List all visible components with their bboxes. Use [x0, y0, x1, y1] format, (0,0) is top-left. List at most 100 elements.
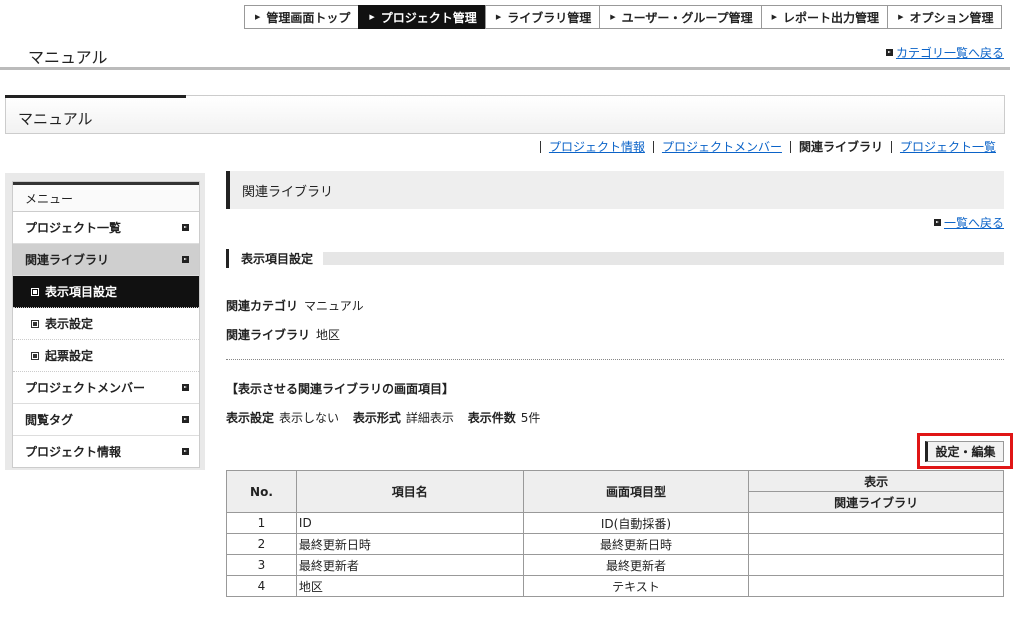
arrow-right-icon [182, 224, 189, 231]
section-accent-bar [5, 95, 186, 98]
tab-project-members[interactable]: プロジェクトメンバー [652, 141, 790, 153]
cell-no: 4 [226, 575, 297, 597]
column-header-item-name: 項目名 [295, 470, 524, 513]
triangle-right-icon: ▶ [610, 13, 616, 21]
cell-display [748, 533, 1004, 555]
triangle-right-icon: ▶ [771, 13, 778, 21]
display-format-value: 詳細表示 [405, 411, 454, 425]
column-header-no: No. [226, 470, 297, 513]
nav-item-admin-top[interactable]: ▶ 管理画面トップ [244, 5, 359, 29]
cell-item-type: 最終更新日時 [522, 533, 750, 555]
display-summary: 表示設定 表示しない 表示形式 詳細表示 表示件数 5件 [226, 409, 550, 426]
cell-display [748, 575, 1004, 597]
settings-edit-button[interactable]: 設定・編集 [925, 441, 1004, 462]
triangle-right-icon: ▶ [495, 13, 502, 21]
list-back-link[interactable]: 一覧へ戻る [933, 214, 1004, 231]
table-row: 2 最終更新日時 最終更新日時 [226, 533, 1004, 555]
nav-item-user-group-management[interactable]: ▶ ユーザー・グループ管理 [599, 5, 761, 29]
sidebar-item-project-list[interactable]: プロジェクト一覧 [13, 212, 199, 244]
sidebar-item-label: 関連ライブラリ [25, 253, 110, 267]
bullet-icon [31, 351, 39, 360]
related-library-value: 地区 [316, 328, 341, 342]
sidebar: メニュー プロジェクト一覧 関連ライブラリ 表示項目設定 表示設定 起票設定 プ… [5, 173, 205, 470]
arrow-right-icon [182, 256, 189, 263]
project-tabs: プロジェクト情報 プロジェクトメンバー 関連ライブラリ プロジェクト一覧 [539, 141, 1004, 153]
display-items-title: 【表示させる関連ライブラリの画面項目】 [226, 382, 455, 396]
nav-item-project-management[interactable]: ▶ プロジェクト管理 [358, 5, 485, 29]
cell-item-name: 最終更新者 [295, 554, 524, 576]
cell-no: 3 [226, 554, 297, 576]
column-header-related-library: 関連ライブラリ [748, 491, 1004, 513]
main-title: 関連ライブラリ [226, 171, 1004, 209]
nav-label: プロジェクト管理 [380, 10, 477, 25]
sub-heading-bar [323, 252, 1004, 265]
cell-item-name: 最終更新日時 [295, 533, 524, 555]
arrow-right-icon [182, 448, 189, 455]
related-category-label: 関連カテゴリ [226, 299, 299, 313]
section-title: マニュアル [18, 110, 93, 128]
category-back-label[interactable]: カテゴリ一覧へ戻る [896, 44, 1004, 61]
sidebar-subitem-label: 表示項目設定 [45, 285, 118, 299]
display-setting-value: 表示しない [279, 411, 340, 425]
display-count-value: 5件 [520, 411, 541, 425]
nav-item-library-management[interactable]: ▶ ライブラリ管理 [484, 5, 600, 29]
list-back-label[interactable]: 一覧へ戻る [944, 214, 1004, 231]
sidebar-item-label: 閲覧タグ [25, 413, 74, 427]
display-setting-label: 表示設定 [226, 411, 275, 425]
column-header-display: 表示 [748, 470, 1004, 492]
cell-item-type: ID(自動採番) [522, 512, 750, 534]
sidebar-item-project-members[interactable]: プロジェクトメンバー [13, 372, 199, 404]
sidebar-item-related-library[interactable]: 関連ライブラリ [13, 244, 199, 276]
sidebar-item-view-tags[interactable]: 閲覧タグ [13, 404, 199, 436]
table-row: 3 最終更新者 最終更新者 [226, 554, 1004, 576]
divider [226, 359, 1004, 360]
nav-item-option-management[interactable]: ▶ オプション管理 [887, 5, 1003, 29]
tab-related-library: 関連ライブラリ [789, 141, 891, 153]
sidebar-subitem-display-settings[interactable]: 表示設定 [13, 308, 199, 340]
related-category-field: 関連カテゴリ マニュアル [226, 297, 364, 314]
table-row: 4 地区 テキスト [226, 575, 1004, 597]
top-nav: ▶ 管理画面トップ ▶ プロジェクト管理 ▶ ライブラリ管理 ▶ ユーザー・グループ管理… [244, 5, 1003, 29]
sidebar-subitem-ticket-settings[interactable]: 起票設定 [13, 340, 199, 372]
arrow-right-icon [885, 49, 893, 56]
arrow-right-icon [933, 219, 941, 226]
cell-item-type: テキスト [522, 575, 750, 597]
page-title: マニュアル [28, 48, 108, 67]
category-back-link[interactable]: カテゴリ一覧へ戻る [885, 44, 1004, 61]
sub-heading-label: 表示項目設定 [229, 250, 324, 267]
triangle-right-icon: ▶ [255, 13, 261, 21]
related-library-label: 関連ライブラリ [226, 328, 311, 342]
sidebar-item-label: プロジェクト情報 [25, 445, 122, 459]
cell-display [748, 554, 1004, 576]
nav-label: 管理画面トップ [266, 10, 351, 25]
nav-label: レポート出力管理 [783, 10, 880, 25]
nav-item-report-output[interactable]: ▶ レポート出力管理 [760, 5, 888, 29]
tab-project-list[interactable]: プロジェクト一覧 [890, 141, 1004, 153]
triangle-right-icon: ▶ [898, 13, 904, 21]
sidebar-menu-heading: メニュー [13, 182, 199, 212]
display-items-table: No. 項目名 画面項目型 表示 関連ライブラリ 1 ID ID(自動採番) 2… [226, 470, 1004, 597]
cell-display [748, 512, 1004, 534]
arrow-right-icon [182, 416, 189, 423]
related-category-value: マニュアル [304, 299, 364, 313]
sub-heading: 表示項目設定 [226, 249, 1004, 268]
edit-button-highlight: 設定・編集 [917, 433, 1013, 469]
sidebar-item-project-info[interactable]: プロジェクト情報 [13, 436, 199, 467]
sidebar-subitem-label: 表示設定 [45, 317, 94, 331]
arrow-right-icon [182, 384, 189, 391]
sidebar-subitem-label: 起票設定 [45, 349, 94, 363]
related-library-field: 関連ライブラリ 地区 [226, 326, 340, 343]
cell-item-name: 地区 [295, 575, 524, 597]
nav-label: オプション管理 [909, 10, 994, 25]
sidebar-item-label: プロジェクトメンバー [25, 381, 146, 395]
nav-label: ライブラリ管理 [507, 10, 592, 25]
cell-item-name: ID [295, 512, 524, 534]
sidebar-subitem-display-item-settings[interactable]: 表示項目設定 [13, 276, 199, 308]
sidebar-menu: メニュー プロジェクト一覧 関連ライブラリ 表示項目設定 表示設定 起票設定 プ… [12, 181, 200, 468]
bullet-icon [31, 319, 39, 328]
cell-item-type: 最終更新者 [522, 554, 750, 576]
header-divider [0, 67, 1010, 70]
section-header: マニュアル [5, 95, 1005, 134]
tab-project-info[interactable]: プロジェクト情報 [539, 141, 653, 153]
bullet-icon [31, 287, 39, 296]
